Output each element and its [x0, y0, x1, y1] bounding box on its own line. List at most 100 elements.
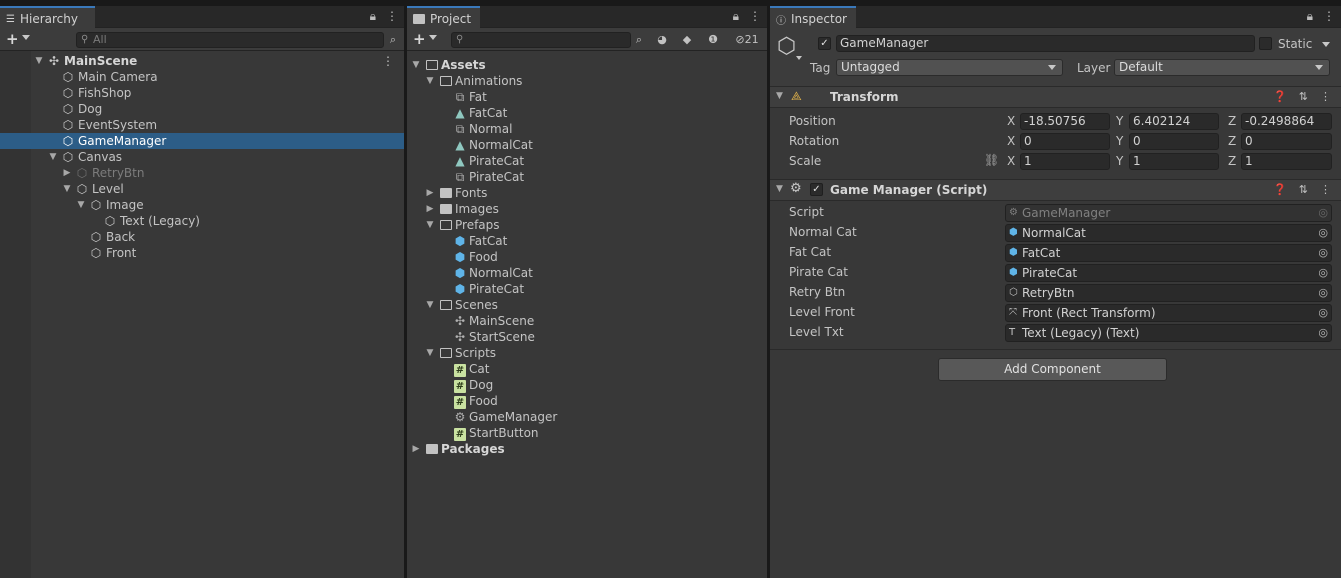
hierarchy-item[interactable]: ▼ ⬡ Image	[0, 197, 404, 213]
rotation-z-field[interactable]: 0	[1241, 133, 1332, 150]
project-item[interactable]: ⧉ Normal	[407, 121, 767, 137]
search-scope-icon[interactable]: ⌕	[631, 32, 647, 48]
scale-x-field[interactable]: 1	[1020, 153, 1110, 170]
project-item[interactable]: ▲ NormalCat	[407, 137, 767, 153]
gameobject-cube-icon[interactable]: ⬡	[777, 34, 796, 59]
static-checkbox[interactable]	[1259, 37, 1272, 50]
object-picker-icon[interactable]: ◎	[1318, 325, 1328, 341]
object-reference-field[interactable]: ⬡ RetryBtn ◎	[1005, 284, 1332, 302]
scale-y-field[interactable]: 1	[1129, 153, 1219, 170]
hierarchy-item[interactable]: ⬡ Dog	[0, 101, 404, 117]
hierarchy-item[interactable]: ⬡ Front	[0, 245, 404, 261]
project-item[interactable]: ⚙ GameManager	[407, 409, 767, 425]
create-dropdown-icon[interactable]	[429, 35, 437, 40]
tab-hierarchy[interactable]: ☰ Hierarchy	[0, 6, 95, 28]
project-item[interactable]: ✣ StartScene	[407, 329, 767, 345]
project-item[interactable]: # Cat	[407, 361, 767, 377]
hierarchy-item[interactable]: ▼ ⬡ Level	[0, 181, 404, 197]
collapse-arrow-icon[interactable]: ▶	[425, 185, 435, 201]
object-name-field[interactable]: GameManager	[836, 35, 1255, 52]
project-item[interactable]: # StartButton	[407, 425, 767, 441]
console-filter-icon[interactable]: ❶	[705, 32, 721, 48]
create-dropdown-icon[interactable]	[22, 35, 30, 40]
expand-arrow-icon[interactable]: ▼	[34, 53, 44, 69]
tab-project[interactable]: Project	[407, 6, 480, 28]
presets-icon[interactable]: ⇅	[1299, 90, 1308, 103]
expand-arrow-icon[interactable]: ▼	[425, 73, 435, 89]
project-item[interactable]: ▶ Fonts	[407, 185, 767, 201]
expand-arrow-icon[interactable]: ▼	[425, 345, 435, 361]
hierarchy-item[interactable]: ⬡ EventSystem	[0, 117, 404, 133]
rotation-x-field[interactable]: 0	[1020, 133, 1110, 150]
project-item[interactable]: ▼ Scenes	[407, 297, 767, 313]
expand-arrow-icon[interactable]: ▼	[425, 217, 435, 233]
project-item[interactable]: ▼ Prefaps	[407, 217, 767, 233]
object-picker-icon[interactable]: ◎	[1318, 285, 1328, 301]
project-item[interactable]: ⬢ NormalCat	[407, 265, 767, 281]
expand-arrow-icon[interactable]: ▼	[48, 149, 58, 165]
object-picker-icon[interactable]: ◎	[1318, 265, 1328, 281]
project-item[interactable]: ⬢ Food	[407, 249, 767, 265]
project-item[interactable]: ▲ PirateCat	[407, 153, 767, 169]
project-search-input[interactable]: ⚲	[451, 32, 631, 48]
rotation-y-field[interactable]: 0	[1129, 133, 1219, 150]
position-y-field[interactable]: 6.402124	[1129, 113, 1219, 130]
active-checkbox[interactable]: ✓	[818, 37, 831, 50]
script-component-header[interactable]: ▼ ⚙ ✓ Game Manager (Script) ❓ ⇅ ⋮	[770, 179, 1341, 201]
project-item[interactable]: ⧉ PirateCat	[407, 169, 767, 185]
hierarchy-item[interactable]: ⬡ Back	[0, 229, 404, 245]
layer-dropdown[interactable]: Default	[1114, 59, 1330, 76]
hierarchy-item[interactable]: ▼ ⬡ Canvas	[0, 149, 404, 165]
project-item[interactable]: ▶ Packages	[407, 441, 767, 457]
create-button[interactable]: +	[413, 30, 426, 48]
collapse-arrow-icon[interactable]: ▶	[425, 201, 435, 217]
object-picker-icon[interactable]: ◎	[1318, 305, 1328, 321]
object-reference-field[interactable]: T Text (Legacy) (Text) ◎	[1005, 324, 1332, 342]
position-x-field[interactable]: -18.50756	[1020, 113, 1110, 130]
search-scope-icon[interactable]: ⌕	[385, 32, 401, 48]
lock-icon[interactable]: 🔒︎	[733, 9, 739, 24]
position-z-field[interactable]: -0.2498864	[1241, 113, 1332, 130]
constrain-proportions-icon[interactable]: ⛓	[984, 153, 999, 167]
hierarchy-search-input[interactable]: ⚲ All	[76, 32, 384, 48]
object-reference-field[interactable]: ⤧ Front (Rect Transform) ◎	[1005, 304, 1332, 322]
object-reference-field[interactable]: ⬢ NormalCat ◎	[1005, 224, 1332, 242]
foldout-arrow-icon[interactable]: ▼	[776, 184, 783, 194]
icon-dropdown-icon[interactable]	[796, 56, 802, 60]
collapse-arrow-icon[interactable]: ▶	[62, 165, 72, 181]
project-item[interactable]: ✣ MainScene	[407, 313, 767, 329]
hierarchy-item[interactable]: ⬡ Main Camera	[0, 69, 404, 85]
hierarchy-item[interactable]: ▼ ✣ MainScene ⋮	[0, 53, 404, 69]
expand-arrow-icon[interactable]: ▼	[425, 297, 435, 313]
expand-arrow-icon[interactable]: ▼	[62, 181, 72, 197]
object-reference-field[interactable]: ⬢ FatCat ◎	[1005, 244, 1332, 262]
hierarchy-item[interactable]: ▶ ⬡ RetryBtn	[0, 165, 404, 181]
project-item[interactable]: ▼ Animations	[407, 73, 767, 89]
expand-arrow-icon[interactable]: ▼	[411, 57, 421, 73]
object-reference-field[interactable]: ⬢ PirateCat ◎	[1005, 264, 1332, 282]
help-icon[interactable]: ❓	[1273, 90, 1287, 103]
kebab-menu-icon[interactable]: ⋮	[1323, 9, 1335, 24]
project-item[interactable]: # Dog	[407, 377, 767, 393]
help-icon[interactable]: ❓	[1273, 183, 1287, 196]
hierarchy-item[interactable]: ⬡ Text (Legacy)	[0, 213, 404, 229]
kebab-menu-icon[interactable]: ⋮	[1320, 183, 1331, 196]
static-dropdown-icon[interactable]	[1322, 42, 1330, 47]
expand-arrow-icon[interactable]: ▼	[76, 197, 86, 213]
create-button[interactable]: +	[6, 30, 19, 48]
project-item[interactable]: ▲ FatCat	[407, 105, 767, 121]
component-enabled-checkbox[interactable]: ✓	[810, 183, 823, 196]
lock-icon[interactable]: 🔒︎	[1307, 9, 1313, 24]
hierarchy-item[interactable]: ⬡ GameManager	[0, 133, 404, 149]
project-item[interactable]: ⧉ Fat	[407, 89, 767, 105]
project-item[interactable]: ⬢ PirateCat	[407, 281, 767, 297]
project-item[interactable]: ▼ Assets	[407, 57, 767, 73]
filter-by-label-icon[interactable]: ◆	[679, 32, 695, 48]
presets-icon[interactable]: ⇅	[1299, 183, 1308, 196]
kebab-menu-icon[interactable]: ⋮	[1320, 90, 1331, 103]
scale-z-field[interactable]: 1	[1241, 153, 1332, 170]
project-item[interactable]: ⬢ FatCat	[407, 233, 767, 249]
foldout-arrow-icon[interactable]: ▼	[776, 91, 783, 101]
hierarchy-item[interactable]: ⬡ FishShop	[0, 85, 404, 101]
transform-header[interactable]: ▼ ⟁ Transform ❓ ⇅ ⋮	[770, 86, 1341, 108]
